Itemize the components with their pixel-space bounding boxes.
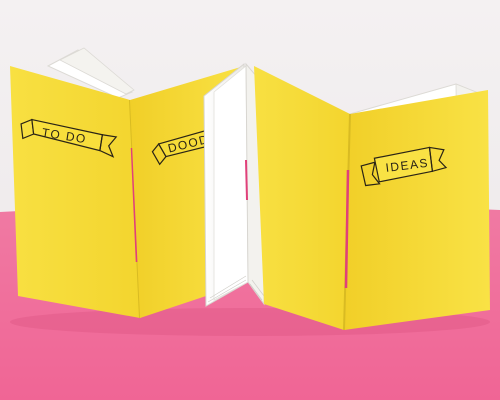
todo-cover	[10, 66, 140, 318]
handmade-notebooks-photo: TO DO DOODLE IDEAS	[0, 0, 500, 400]
middle-notebook-left-pages-inner	[213, 65, 249, 301]
ideas-cover	[344, 90, 490, 330]
photo-scene: TO DO DOODLE IDEAS	[0, 0, 500, 400]
middle-stitch-thread	[245, 159, 248, 201]
